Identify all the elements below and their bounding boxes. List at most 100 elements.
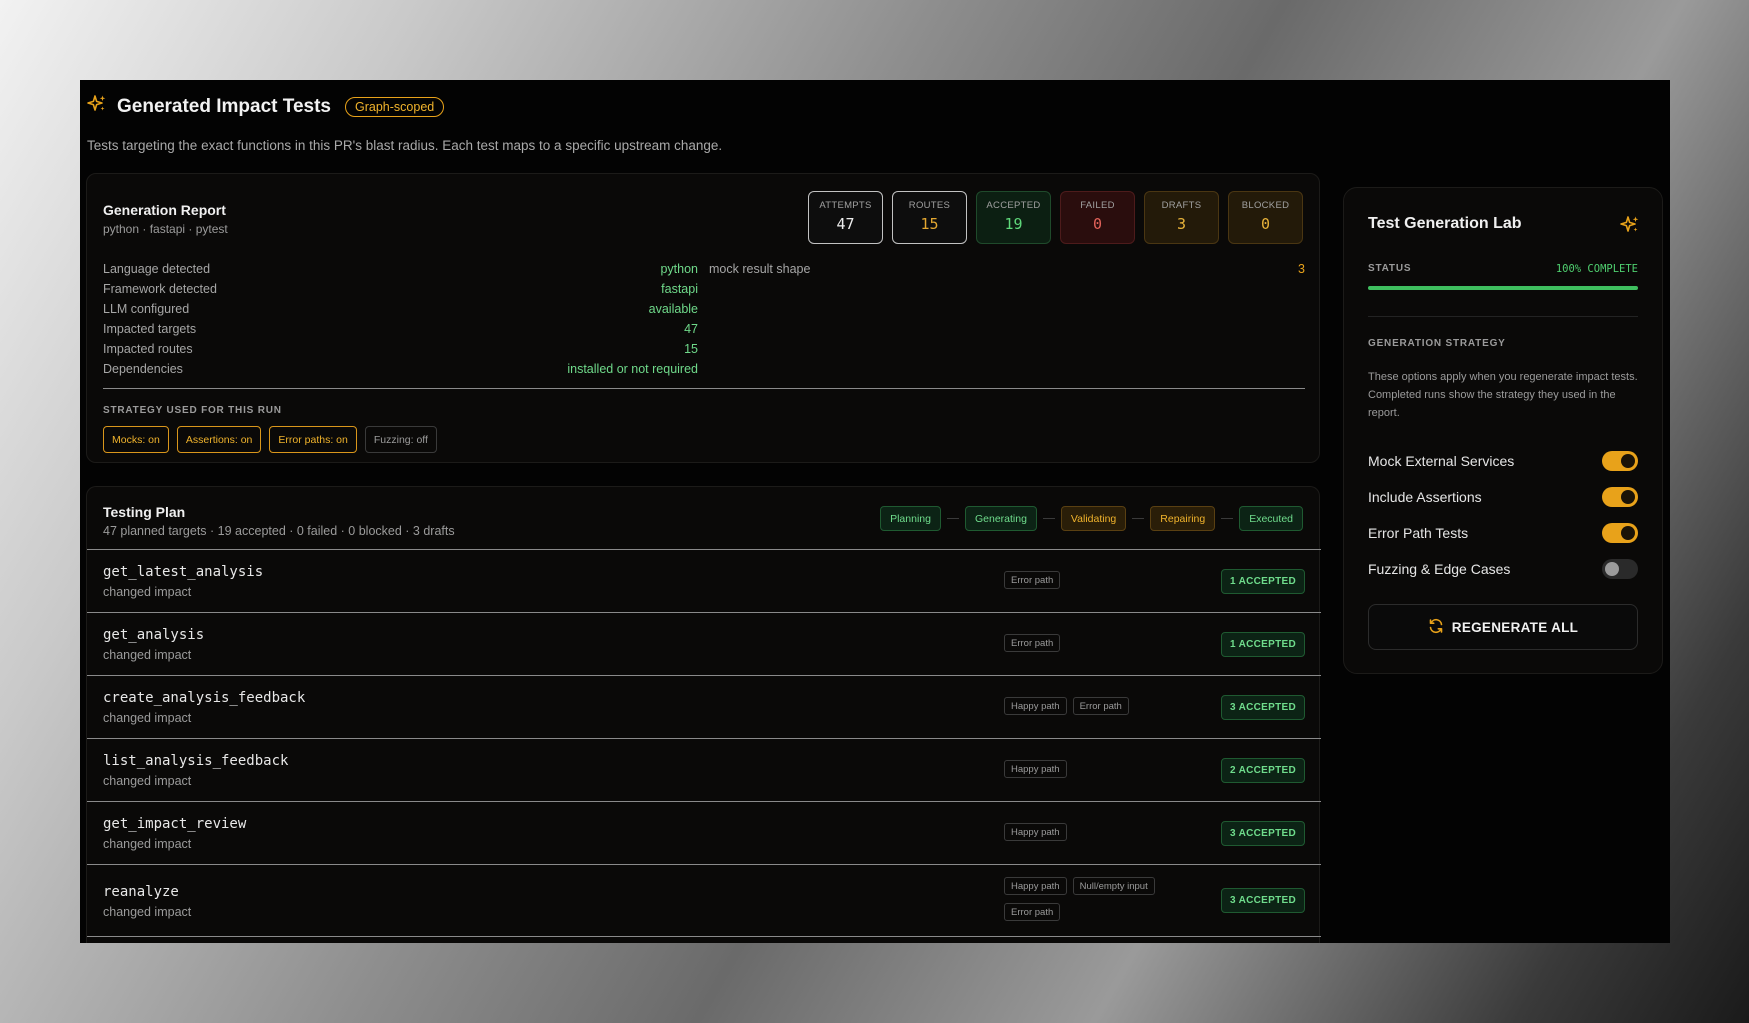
function-impact: changed impact: [103, 711, 192, 725]
stat-label: BLOCKED: [1241, 200, 1290, 211]
detail-key: Dependencies: [103, 362, 183, 376]
status-label: STATUS: [1368, 263, 1412, 274]
mock-external-services-toggle[interactable]: [1602, 451, 1638, 471]
detail-value: available: [648, 302, 698, 316]
phase-connector: [1221, 518, 1234, 519]
function-impact: changed impact: [103, 585, 192, 599]
toggle-row-include-assertions: Include Assertions: [1368, 479, 1638, 515]
testing-plan-card: Testing Plan 47 planned targets · 19 acc…: [86, 486, 1321, 943]
chip-assertions: Assertions: on: [176, 426, 262, 453]
detail-row: Framework detected fastapi: [103, 282, 698, 302]
detail-value: 47: [684, 322, 698, 336]
regenerate-all-button[interactable]: REGENERATE ALL: [1368, 604, 1638, 650]
function-name: list_analysis_feedback: [103, 753, 289, 769]
stat-value: 0: [1260, 215, 1271, 233]
stat-drafts: DRAFTS 3: [1144, 191, 1219, 244]
table-row[interactable]: reanalyze changed impact Happy path Null…: [87, 864, 1321, 936]
divider: [1368, 316, 1638, 317]
test-tag: Happy path: [1004, 877, 1067, 895]
toggle-label: Include Assertions: [1368, 489, 1482, 505]
stat-label: ATTEMPTS: [819, 200, 872, 211]
toggle-label: Fuzzing & Edge Cases: [1368, 561, 1511, 577]
stat-label: DRAFTS: [1161, 200, 1202, 211]
stat-value: 15: [920, 215, 939, 233]
progress-bar: [1368, 286, 1638, 290]
test-tags: Happy path: [1004, 760, 1164, 778]
function-impact: changed impact: [103, 905, 192, 919]
strategy-label: STRATEGY USED FOR THIS RUN: [103, 405, 282, 416]
stat-value: 19: [1004, 215, 1023, 233]
stat-value: 47: [836, 215, 855, 233]
detail-key: mock result shape: [709, 262, 811, 276]
strategy-description: These options apply when you regenerate …: [1368, 371, 1638, 419]
status-badge: 3 ACCEPTED: [1221, 888, 1305, 913]
report-subtitle: python · fastapi · pytest: [103, 222, 228, 236]
stat-attempts: ATTEMPTS 47: [808, 191, 883, 244]
mock-result-row: mock result shape 3: [709, 262, 1305, 276]
detail-value: 15: [684, 342, 698, 356]
phase-pipeline: Planning Generating Validating Repairing…: [880, 506, 1303, 531]
chip-error-paths: Error paths: on: [269, 426, 357, 453]
stat-label: ACCEPTED: [986, 200, 1041, 211]
toggle-label: Mock External Services: [1368, 453, 1515, 469]
toggle-row-fuzzing-edge-cases: Fuzzing & Edge Cases: [1368, 551, 1638, 587]
stat-value: 3: [1176, 215, 1187, 233]
fuzzing-edge-cases-toggle[interactable]: [1602, 559, 1638, 579]
scope-badge: Graph-scoped: [345, 96, 445, 117]
test-tag: Error path: [1072, 697, 1129, 715]
test-tag: Error path: [1004, 571, 1061, 589]
lab-title: Test Generation Lab: [1368, 215, 1522, 232]
plan-subtitle: 47 planned targets · 19 accepted · 0 fai…: [103, 524, 455, 538]
sparkle-icon: [87, 94, 107, 119]
phase-connector: [1132, 518, 1145, 519]
detail-value: fastapi: [661, 282, 698, 296]
page-header: Generated Impact Tests Graph-scoped: [87, 94, 445, 119]
sparkle-icon: [1620, 215, 1640, 240]
test-tag: Error path: [1004, 634, 1061, 652]
page-title: Generated Impact Tests: [117, 95, 332, 117]
function-impact: changed impact: [103, 648, 192, 662]
test-tags: Happy path Error path: [1004, 697, 1164, 715]
function-name: create_analysis_feedback: [103, 690, 306, 706]
detail-row: Language detected python: [103, 262, 698, 282]
table-row[interactable]: create_analysis_feedback changed impact …: [87, 675, 1321, 738]
detail-key: LLM configured: [103, 302, 190, 316]
stat-value: 0: [1092, 215, 1103, 233]
detail-key: Language detected: [103, 262, 211, 276]
chip-fuzzing: Fuzzing: off: [364, 426, 437, 453]
phase-repairing: Repairing: [1150, 506, 1216, 531]
table-row[interactable]: list_analysis_feedback changed impact Ha…: [87, 738, 1321, 801]
include-assertions-toggle[interactable]: [1602, 487, 1638, 507]
stat-blocked: BLOCKED 0: [1228, 191, 1303, 244]
app-frame: Generated Impact Tests Graph-scoped Test…: [80, 80, 1670, 943]
phase-validating: Validating: [1060, 506, 1127, 531]
detail-key: Framework detected: [103, 282, 217, 296]
detail-value: installed or not required: [567, 362, 698, 376]
test-tags: Error path: [1004, 571, 1164, 589]
status-badge: 1 ACCEPTED: [1221, 632, 1305, 657]
progress-bar-fill: [1368, 286, 1638, 290]
detail-row: Impacted routes 15: [103, 342, 698, 362]
function-impact: changed impact: [103, 837, 192, 851]
phase-executed: Executed: [1239, 506, 1303, 531]
table-row[interactable]: get_latest_analysis changed impact Error…: [87, 549, 1321, 612]
error-path-tests-toggle[interactable]: [1602, 523, 1638, 543]
phase-generating: Generating: [964, 506, 1037, 531]
stat-label: FAILED: [1080, 200, 1115, 211]
test-tag: Error path: [1004, 903, 1061, 921]
status-value: 100% COMPLETE: [1555, 263, 1638, 275]
table-row[interactable]: get_impact_review changed impact Happy p…: [87, 801, 1321, 864]
refresh-icon: [1428, 618, 1444, 637]
function-name: get_impact_review: [103, 816, 247, 832]
strategy-chips: Mocks: on Assertions: on Error paths: on…: [103, 426, 437, 453]
status-badge: 3 ACCEPTED: [1221, 695, 1305, 720]
table-row[interactable]: get_analysis changed impact Error path 1…: [87, 612, 1321, 675]
function-name: get_analysis: [103, 627, 205, 643]
toggle-row-mock-external-services: Mock External Services: [1368, 443, 1638, 479]
status-badge: 1 ACCEPTED: [1221, 569, 1305, 594]
strategy-label: GENERATION STRATEGY: [1368, 338, 1506, 349]
toggle-label: Error Path Tests: [1368, 525, 1469, 541]
status-badge: 3 ACCEPTED: [1221, 821, 1305, 846]
test-tags: Happy path: [1004, 823, 1164, 841]
stat-failed: FAILED 0: [1060, 191, 1135, 244]
